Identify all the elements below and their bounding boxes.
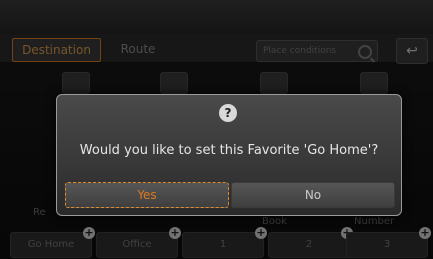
dialog-message: Would you like to set this Favorite 'Go … (79, 143, 379, 158)
screen: Destination Route Place conditions ↩ Re … (0, 0, 433, 259)
no-button[interactable]: No (231, 182, 395, 208)
question-icon: ? (219, 104, 237, 122)
confirm-dialog: ? Would you like to set this Favorite 'G… (56, 94, 402, 216)
yes-button[interactable]: Yes (65, 182, 229, 208)
